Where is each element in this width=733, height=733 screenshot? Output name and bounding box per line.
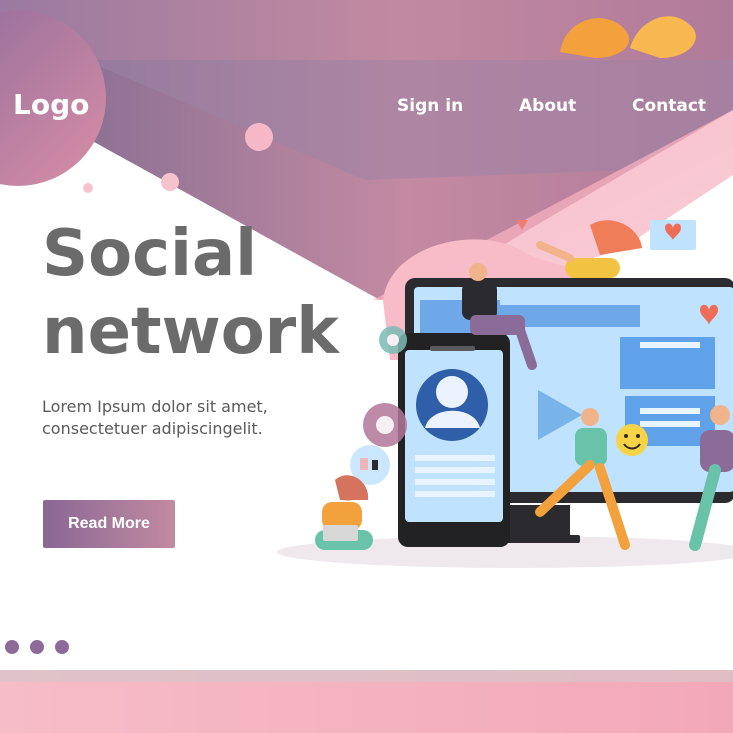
- pagination-dots: [5, 640, 69, 654]
- logo[interactable]: Logo: [13, 88, 89, 121]
- read-more-button[interactable]: Read More: [43, 500, 175, 548]
- illustration-svg: [83, 16, 733, 568]
- social-network-illustration: [83, 0, 733, 733]
- pagination-dot-3[interactable]: [55, 640, 69, 654]
- pagination-dot-1[interactable]: [5, 640, 19, 654]
- pagination-dot-2[interactable]: [30, 640, 44, 654]
- landing-page: Logo Sign in About Contact Social networ…: [0, 0, 733, 733]
